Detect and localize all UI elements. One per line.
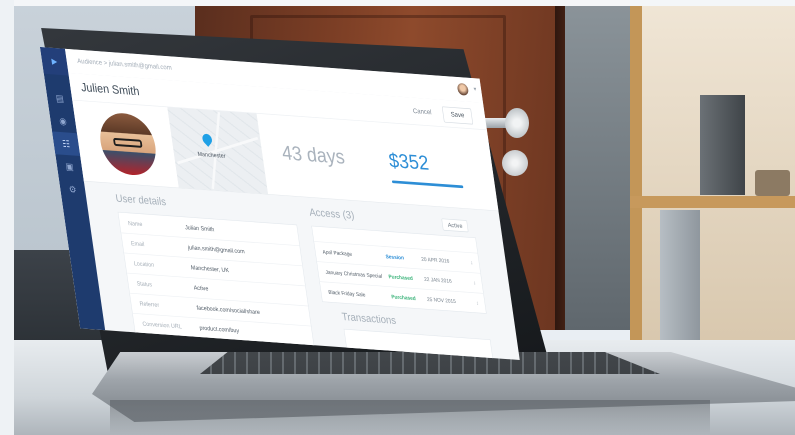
chevron-updown-icon[interactable]: ↕ [476, 300, 479, 306]
access-filter-select[interactable]: Active [441, 218, 469, 233]
detail-label: Email [130, 239, 145, 248]
access-title: Access (3) [308, 206, 356, 222]
glasses [112, 137, 143, 148]
desk-reflection [110, 400, 710, 435]
detail-label: Referrer [139, 300, 160, 309]
image-border [0, 0, 14, 435]
stat-days-value: 43 days [280, 141, 347, 169]
door-lock [502, 150, 528, 176]
contacts-icon[interactable]: ☷ [52, 131, 81, 156]
access-date: 25 NOV 2015 [426, 296, 457, 305]
settings-icon[interactable]: ⚙ [59, 177, 87, 202]
access-type-badge: Session [385, 253, 405, 261]
window [565, 0, 635, 330]
detail-value[interactable]: facebook.com/social/share [196, 304, 260, 315]
access-name: January Christmas Special [325, 269, 383, 280]
door-rosette [505, 108, 529, 138]
inbox-icon[interactable]: ▣ [55, 154, 83, 179]
spend-progress-bar [391, 180, 464, 189]
stat-days: 43 days [268, 114, 380, 202]
stat-spend-value: $352 [387, 149, 431, 175]
detail-value[interactable]: product.com/buy [199, 324, 239, 334]
cancel-button[interactable]: Cancel [405, 104, 440, 121]
detail-value[interactable]: Manchester, UK [190, 264, 229, 273]
camera-icon[interactable]: ◉ [49, 109, 77, 134]
page-title: Julien Smith [80, 80, 141, 98]
map-location-label: Manchester [197, 150, 226, 160]
laptop-screen: ▶ ▤ ◉ ☷ ▣ ⚙ Audience > julian.smith@gmai… [40, 47, 520, 360]
access-date: 20 APR 2016 [420, 256, 450, 265]
chevron-down-icon[interactable]: ▾ [473, 85, 477, 93]
chevron-updown-icon[interactable]: ↕ [473, 280, 476, 286]
transactions-title: Transactions [341, 311, 397, 327]
location-map[interactable]: Manchester [167, 107, 268, 195]
shelf-board [630, 196, 795, 208]
image-border [0, 0, 795, 6]
user-details-card: Name Julian Smith Email julian.smith@gmail.… [117, 211, 315, 348]
access-name: April Package [322, 248, 353, 258]
detail-value[interactable]: julian.smith@gmail.com [187, 244, 244, 255]
laptop-keyboard [200, 352, 660, 374]
detail-label: Conversion URL [141, 320, 183, 330]
profile-photo [96, 111, 160, 177]
detail-label: Name [127, 219, 143, 228]
shelf-object [660, 210, 700, 350]
shelf-object [700, 95, 745, 195]
user-details-title: User details [114, 192, 167, 208]
map-pin-icon [200, 131, 214, 147]
access-type-badge: Purchased [388, 273, 414, 282]
detail-value[interactable]: Active [193, 284, 209, 292]
shelf-post [630, 0, 642, 350]
access-name: Black Friday Sale [327, 289, 366, 298]
shelf-object [755, 170, 790, 196]
chart-icon[interactable]: ▤ [46, 86, 74, 111]
access-date: 22 JAN 2016 [423, 276, 453, 285]
chevron-updown-icon[interactable]: ↕ [470, 260, 473, 266]
detail-label: Location [133, 259, 155, 269]
stat-spend: $352 [375, 122, 487, 210]
detail-label: Status [136, 280, 153, 288]
detail-value[interactable]: Julian Smith [185, 224, 215, 233]
save-button[interactable]: Save [441, 106, 474, 125]
access-type-badge: Purchased [390, 293, 417, 302]
app-window: ▶ ▤ ◉ ☷ ▣ ⚙ Audience > julian.smith@gmai… [40, 47, 520, 360]
avatar[interactable] [456, 82, 470, 96]
access-card: Active April Package Session 20 APR 2016 ↕ J… [311, 218, 487, 314]
breadcrumb[interactable]: Audience > julian.smith@gmail.com [77, 58, 172, 72]
